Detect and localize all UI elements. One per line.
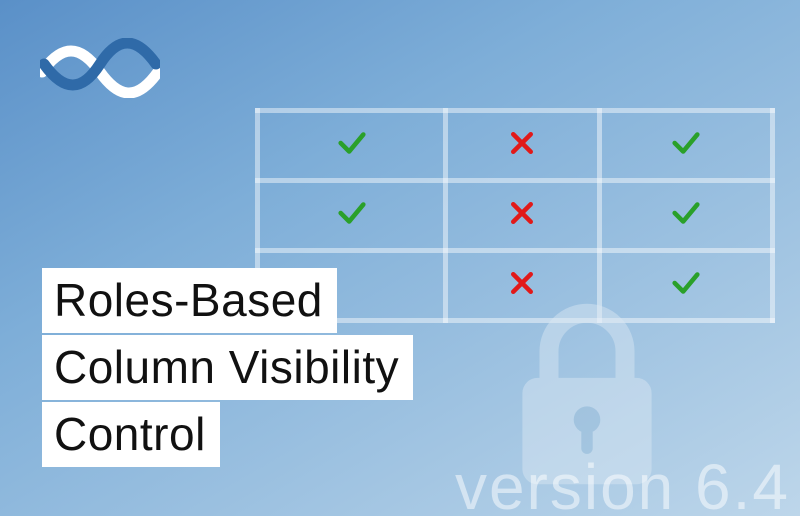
title-line-3: Control: [42, 402, 220, 467]
table-row: [258, 181, 773, 251]
cell-check-icon: [599, 181, 772, 251]
cell-check-icon: [258, 111, 446, 181]
cell-check-icon: [258, 181, 446, 251]
brand-logo-icon: [40, 38, 160, 98]
version-watermark: version 6.4: [455, 450, 790, 516]
feature-title: Roles-Based Column Visibility Control: [42, 268, 413, 469]
table-row: [258, 111, 773, 181]
promo-banner: version 6.4 Roles-Based Column Visibilit…: [0, 0, 800, 516]
cell-cross-icon: [446, 181, 600, 251]
title-line-2: Column Visibility: [42, 335, 413, 400]
cell-check-icon: [599, 111, 772, 181]
title-line-1: Roles-Based: [42, 268, 337, 333]
cell-cross-icon: [446, 111, 600, 181]
